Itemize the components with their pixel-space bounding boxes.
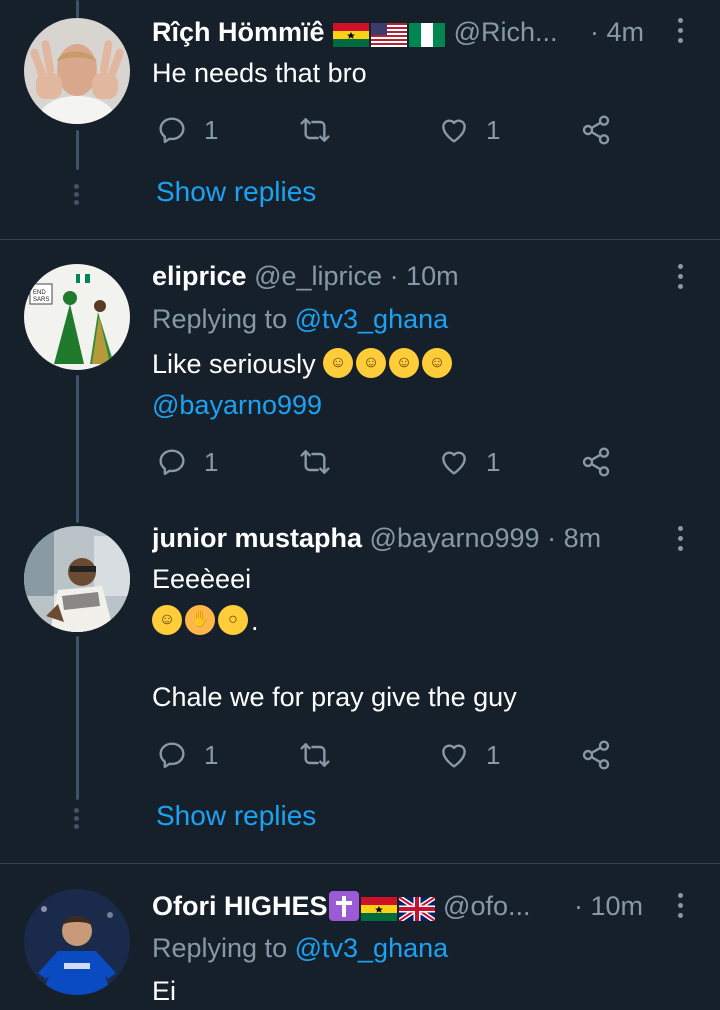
rofl-emoji-icon: ☺ xyxy=(422,347,453,378)
display-name[interactable]: Rîçh Hömmïê xyxy=(152,17,325,47)
divider xyxy=(0,239,720,240)
divider xyxy=(0,863,720,864)
reply-icon xyxy=(156,114,188,146)
rofl-emoji-icon: ☺ xyxy=(323,347,354,378)
thread-line xyxy=(76,130,79,170)
replying-to-line: Replying to @tv3_ghana xyxy=(152,300,448,338)
replying-to-label: Replying to xyxy=(152,304,288,334)
retweet-button[interactable] xyxy=(298,445,332,479)
astonished-emoji-icon: ○ xyxy=(218,604,248,635)
share-icon xyxy=(580,446,612,478)
show-replies-link[interactable]: Show replies xyxy=(156,176,316,208)
reply-button[interactable]: 1 xyxy=(156,113,218,147)
retweet-icon xyxy=(298,446,332,478)
heart-icon xyxy=(438,739,470,771)
like-count: 1 xyxy=(486,446,501,477)
emoji-suffix: . xyxy=(251,606,259,636)
like-button[interactable]: 1 xyxy=(438,445,500,479)
like-button[interactable]: 1 xyxy=(438,113,500,147)
retweet-icon xyxy=(298,114,332,146)
avatar[interactable] xyxy=(24,526,130,632)
more-options-icon[interactable] xyxy=(678,18,686,46)
heart-icon xyxy=(438,446,470,478)
timestamp[interactable]: · 10m xyxy=(390,261,459,291)
handle[interactable]: @Rich... xyxy=(454,17,558,47)
share-icon xyxy=(580,739,612,771)
tweet-text: Ei xyxy=(152,976,177,1006)
retweet-button[interactable] xyxy=(298,113,332,147)
reply-count: 1 xyxy=(204,446,219,477)
retweet-icon xyxy=(298,739,332,771)
like-button[interactable]: 1 xyxy=(438,738,500,772)
reply-button[interactable]: 1 xyxy=(156,738,218,772)
handle[interactable]: @ofo... xyxy=(443,891,530,921)
facepalm-emoji-icon: ✋ xyxy=(185,604,215,635)
display-name[interactable]: Ofori HIGHES xyxy=(152,891,328,921)
rofl-emoji-icon: ☺ xyxy=(356,347,387,378)
timestamp[interactable]: · 4m xyxy=(590,14,644,50)
display-name[interactable]: junior mustapha xyxy=(152,523,362,553)
svg-text:END: END xyxy=(33,290,46,296)
avatar[interactable] xyxy=(24,889,130,995)
tweet-text: Like seriously ☺ ☺ ☺ ☺ xyxy=(152,345,455,383)
tears-of-joy-emoji-icon: ☺ xyxy=(152,604,182,635)
timestamp[interactable]: · 10m xyxy=(574,888,643,924)
like-count: 1 xyxy=(486,739,501,770)
thread-line xyxy=(76,375,79,523)
thread-dots xyxy=(74,184,80,208)
rofl-emoji-icon: ☺ xyxy=(389,347,420,378)
tweet-text-2: Chale we for pray give the guy xyxy=(152,682,517,712)
reply-icon xyxy=(156,446,188,478)
share-button[interactable] xyxy=(580,738,612,772)
reply-button[interactable]: 1 xyxy=(156,445,218,479)
nigeria-flag-icon xyxy=(409,20,446,47)
retweet-button[interactable] xyxy=(298,738,332,772)
usa-flag-icon xyxy=(371,20,408,47)
like-count: 1 xyxy=(486,114,501,145)
tweet-text: He needs that bro xyxy=(152,58,367,88)
tweet-header: junior mustapha @bayarno999 · 8m xyxy=(152,520,660,556)
avatar[interactable]: END SARS xyxy=(24,264,130,370)
timestamp[interactable]: · 8m xyxy=(547,523,601,553)
tweet-header: eliprice @e_liprice · 10m xyxy=(152,258,660,294)
thread-line xyxy=(76,636,79,800)
svg-text:SARS: SARS xyxy=(33,297,49,303)
share-icon xyxy=(580,114,612,146)
avatar[interactable] xyxy=(24,18,130,124)
replying-to-label: Replying to xyxy=(152,933,288,963)
heart-icon xyxy=(438,114,470,146)
thread-line-top xyxy=(76,0,79,18)
share-button[interactable] xyxy=(580,113,612,147)
replying-to-handle[interactable]: @tv3_ghana xyxy=(295,933,449,963)
thread-dots xyxy=(74,808,80,832)
display-name[interactable]: eliprice xyxy=(152,261,247,291)
tweet-text-body: Like seriously xyxy=(152,349,316,379)
share-button[interactable] xyxy=(580,445,612,479)
reply-count: 1 xyxy=(204,739,219,770)
ghana-flag-icon xyxy=(333,20,370,47)
reply-icon xyxy=(156,739,188,771)
emoji-line: ☺ ✋ ○. xyxy=(152,602,259,640)
latin-cross-icon xyxy=(328,890,359,921)
ghana-flag-icon xyxy=(360,894,397,921)
uk-flag-icon xyxy=(397,894,436,923)
handle[interactable]: @bayarno999 xyxy=(370,523,540,553)
reply-count: 1 xyxy=(204,114,219,145)
mention-link[interactable]: @bayarno999 xyxy=(152,386,322,424)
handle[interactable]: @e_liprice xyxy=(254,261,382,291)
tweet-header: Rîçh Hömmïê @Rich... xyxy=(152,14,660,50)
more-options-icon[interactable] xyxy=(678,264,686,292)
more-options-icon[interactable] xyxy=(678,526,686,554)
tweet-text: Eeeèeei xyxy=(152,564,252,594)
replying-to-handle[interactable]: @tv3_ghana xyxy=(295,304,449,334)
replying-to-line: Replying to @tv3_ghana xyxy=(152,929,448,967)
more-options-icon[interactable] xyxy=(678,893,686,921)
show-replies-link[interactable]: Show replies xyxy=(156,800,316,832)
